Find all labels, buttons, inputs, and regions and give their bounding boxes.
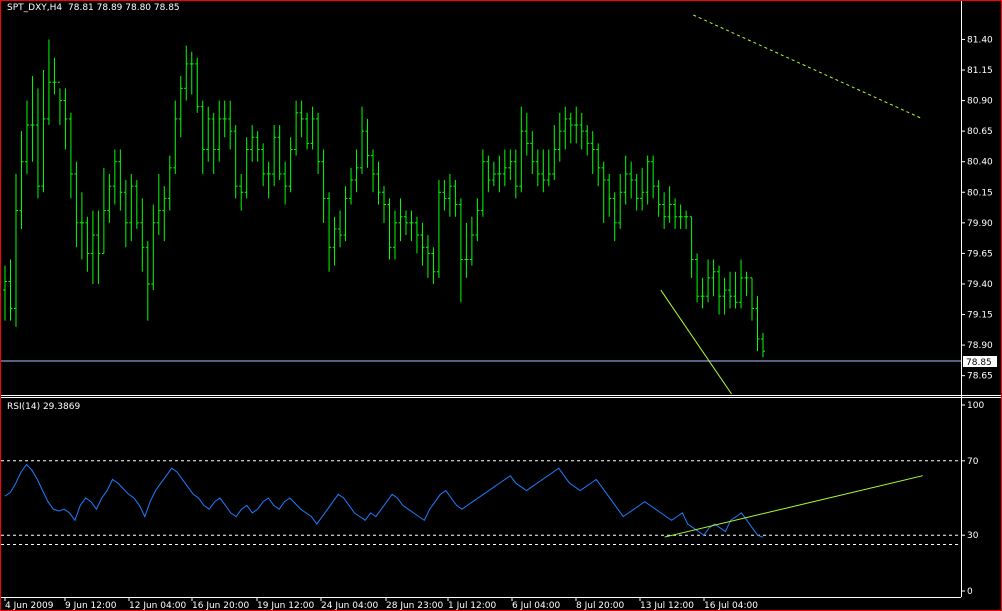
price-tick-label: 79.15 [967,311,993,321]
rsi-series-line [4,463,764,538]
price-tick-label: 81.15 [967,66,993,76]
x-tick-label: 16 Jun 20:00 [192,601,249,610]
rsi-axis-ticks: 100 70 30 0 [961,401,984,597]
rsi-pane: RSI(14) 29.3869 100 70 30 0 [1,401,984,597]
x-tick-label: 16 Jul 04:00 [704,601,758,610]
x-axis-ticks: 4 Jun 2009 9 Jun 12:00 12 Jun 04:00 16 Jun … [4,597,758,610]
price-tick-label: 78.65 [967,372,993,382]
price-header-ohlc: 78.81 78.89 78.80 78.85 [68,3,180,13]
rsi-levels [1,460,961,545]
rsi-tick-label: 0 [967,587,973,597]
price-tick-label: 78.90 [967,341,993,351]
price-tick-label: 80.40 [967,158,993,168]
price-header-symbol: SPT_DXY,H4 [7,3,62,13]
price-tick-label: 79.90 [967,219,993,229]
x-tick-label: 8 Jul 20:00 [576,601,625,610]
rsi-title: RSI(14) 29.3869 [7,402,80,412]
x-tick-label: 4 Jun 2009 [5,601,54,610]
x-tick-label: 12 Jun 04:00 [129,601,186,610]
rsi-line [4,463,764,538]
price-pane-bg [1,1,1001,394]
rsi-trendline [664,475,923,538]
price-pane: SPT_DXY,H4 78.81 78.89 78.80 78.85 81.40… [1,1,1001,395]
x-tick-label: 6 Jul 04:00 [512,601,561,610]
x-tick-label: 24 Jun 04:00 [321,601,378,610]
chart-canvas: SPT_DXY,H4 78.81 78.89 78.80 78.85 81.40… [1,1,1001,610]
rsi-trendlines [664,475,923,538]
x-tick-label: 9 Jun 12:00 [65,601,117,610]
price-tick-label: 81.40 [967,35,993,45]
x-tick-label: 19 Jun 12:00 [257,601,314,610]
rsi-tick-label: 30 [967,531,979,541]
price-tick-label: 79.65 [967,249,993,259]
rsi-tick-label: 100 [967,401,984,411]
price-tick-label: 79.40 [967,280,993,290]
price-tick-label: 80.15 [967,188,993,198]
rsi-tick-label: 70 [967,457,979,467]
x-tick-label: 28 Jun 23:00 [386,601,443,610]
current-price-label: 78.85 [966,358,992,368]
chart-window: SPT_DXY,H4 78.81 78.89 78.80 78.85 81.40… [0,0,1002,611]
price-tick-label: 80.65 [967,127,993,137]
x-tick-label: 1 Jul 12:00 [448,601,497,610]
x-tick-label: 13 Jul 12:00 [640,601,694,610]
price-tick-label: 80.90 [967,97,993,107]
